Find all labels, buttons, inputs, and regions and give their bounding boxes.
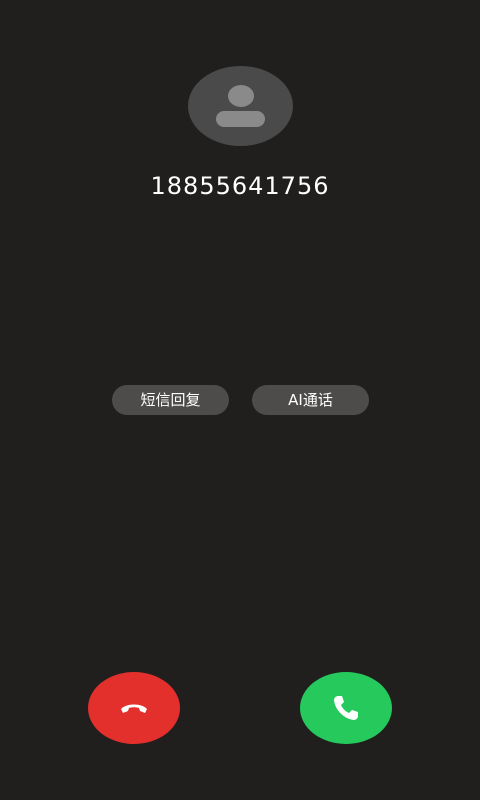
ai-call-button[interactable]: AI通话 bbox=[252, 385, 369, 415]
person-avatar-icon bbox=[228, 85, 254, 107]
person-avatar-body bbox=[216, 111, 265, 127]
incoming-call-screen: 18855641756 短信回复 AI通话 bbox=[0, 0, 480, 800]
caller-number: 18855641756 bbox=[150, 172, 330, 200]
phone-hangup-icon bbox=[121, 704, 147, 713]
sms-reply-button[interactable]: 短信回复 bbox=[112, 385, 229, 415]
answer-call-button[interactable] bbox=[300, 672, 392, 744]
decline-call-button[interactable] bbox=[88, 672, 180, 744]
contact-avatar bbox=[188, 66, 293, 146]
phone-answer-icon bbox=[334, 696, 358, 720]
